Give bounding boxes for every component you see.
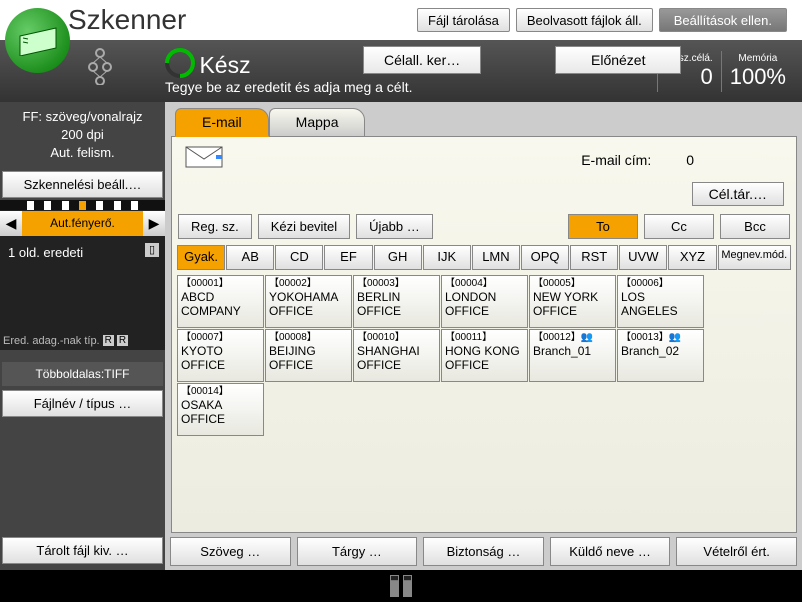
manual-entry-button[interactable]: Kézi bevitel	[258, 214, 350, 239]
address-entry[interactable]: 【00013】👥Branch_02	[617, 329, 704, 382]
subject-button[interactable]: Tárgy …	[297, 537, 418, 566]
preview-button[interactable]: Előnézet	[555, 46, 681, 74]
check-settings-button[interactable]: Beállítások ellen.	[659, 8, 787, 32]
tab-folder[interactable]: Mappa	[269, 108, 366, 136]
page-indicator-icon: ▯	[145, 243, 159, 257]
stored-file-button[interactable]: Tárolt fájl kiv. …	[2, 537, 163, 564]
address-entry[interactable]: 【00001】ABCD COMPANY	[177, 275, 264, 328]
alpha-filter-lmn[interactable]: LMN	[472, 245, 520, 270]
tab-email[interactable]: E-mail	[175, 108, 269, 137]
alpha-filter-ijk[interactable]: IJK	[423, 245, 471, 270]
alpha-filter-megnevmód[interactable]: Megnev.mód.	[718, 245, 791, 270]
save-file-button[interactable]: Fájl tárolása	[417, 8, 510, 32]
address-entry[interactable]: 【00010】SHANGHAI OFFICE	[353, 329, 440, 382]
scanned-files-button[interactable]: Beolvasott fájlok áll.	[516, 8, 653, 32]
address-entry[interactable]: 【00014】OSAKA OFFICE	[177, 383, 264, 436]
address-entry[interactable]: 【00006】LOS ANGELES	[617, 275, 704, 328]
to-button[interactable]: To	[568, 214, 638, 239]
scanner-icon	[5, 8, 70, 73]
footer-bar	[0, 570, 802, 602]
email-address-value: 0	[686, 152, 694, 168]
ready-spinner-icon	[159, 41, 201, 83]
original-preview[interactable]: 1 old. eredeti ▯	[0, 237, 165, 332]
alpha-filter-gh[interactable]: GH	[374, 245, 422, 270]
sender-button[interactable]: Küldő neve …	[550, 537, 671, 566]
mail-icon	[184, 145, 224, 174]
address-entry[interactable]: 【00012】👥Branch_01	[529, 329, 616, 382]
r-icon: R	[103, 335, 114, 346]
scan-settings-button[interactable]: Szkennelési beáll.…	[2, 171, 163, 198]
left-panel: FF: szöveg/vonalrajz 200 dpi Aut. felism…	[0, 102, 165, 570]
address-entry[interactable]: 【00007】KYOTO OFFICE	[177, 329, 264, 382]
search-dest-button[interactable]: Célall. ker…	[363, 46, 481, 74]
address-entry[interactable]: 【00004】LONDON OFFICE	[441, 275, 528, 328]
dots-icon	[85, 45, 115, 90]
security-button[interactable]: Biztonság …	[423, 537, 544, 566]
alpha-filter-uvw[interactable]: UVW	[619, 245, 667, 270]
alpha-filter-ab[interactable]: AB	[226, 245, 274, 270]
toner-icon-2	[403, 575, 412, 597]
filename-type-button[interactable]: Fájlnév / típus …	[2, 390, 163, 417]
address-entry[interactable]: 【00002】YOKOHAMA OFFICE	[265, 275, 352, 328]
address-entry[interactable]: 【00008】BEIJING OFFICE	[265, 329, 352, 382]
alpha-filter-ef[interactable]: EF	[324, 245, 372, 270]
email-address-label: E-mail cím:	[581, 152, 651, 168]
text-button[interactable]: Szöveg …	[170, 537, 291, 566]
dest-list-button[interactable]: Cél.tár.…	[692, 182, 784, 206]
toner-icon-1	[390, 575, 399, 597]
address-entry[interactable]: 【00005】NEW YORK OFFICE	[529, 275, 616, 328]
density-indicator	[0, 200, 165, 210]
new-button[interactable]: Újabb …	[356, 214, 433, 239]
multipage-tiff-info: Többoldalas:TIFF	[2, 362, 163, 386]
app-title: Szkenner	[68, 4, 186, 36]
reg-no-button[interactable]: Reg. sz.	[178, 214, 252, 239]
alpha-filter-opq[interactable]: OPQ	[521, 245, 569, 270]
bcc-button[interactable]: Bcc	[720, 214, 790, 239]
alpha-filter-cd[interactable]: CD	[275, 245, 323, 270]
address-entry[interactable]: 【00011】HONG KONG OFFICE	[441, 329, 528, 382]
r-icon-2: R	[117, 335, 128, 346]
memory-block: Memória 100%	[721, 51, 794, 92]
receipt-notify-button[interactable]: Vételről ért.	[676, 537, 797, 566]
alpha-filter-xyz[interactable]: XYZ	[668, 245, 716, 270]
status-instruction: Tegye be az eredetit és adja meg a célt.	[165, 79, 412, 95]
alpha-filter-rst[interactable]: RST	[570, 245, 618, 270]
right-panel: E-mail Mappa E-mail cím: 0 Cél.tár.…	[165, 102, 802, 570]
alpha-filter-gyak[interactable]: Gyak.	[177, 245, 225, 270]
density-left-button[interactable]: ◀	[0, 211, 22, 236]
title-bar: Szkenner Fájl tárolása Beolvasott fájlok…	[0, 0, 802, 40]
status-ready: Kész	[199, 52, 250, 78]
original-feed-type[interactable]: Ered. adag.-nak típ. R R	[0, 332, 165, 350]
scan-mode-info[interactable]: FF: szöveg/vonalrajz 200 dpi Aut. felism…	[0, 102, 165, 169]
address-entry[interactable]: 【00003】BERLIN OFFICE	[353, 275, 440, 328]
auto-density-button[interactable]: Aut.fényerő.	[22, 211, 143, 236]
status-bar: Kész Tegye be az eredetit és adja meg a …	[0, 40, 802, 102]
cc-button[interactable]: Cc	[644, 214, 714, 239]
density-right-button[interactable]: ▶	[143, 211, 165, 236]
